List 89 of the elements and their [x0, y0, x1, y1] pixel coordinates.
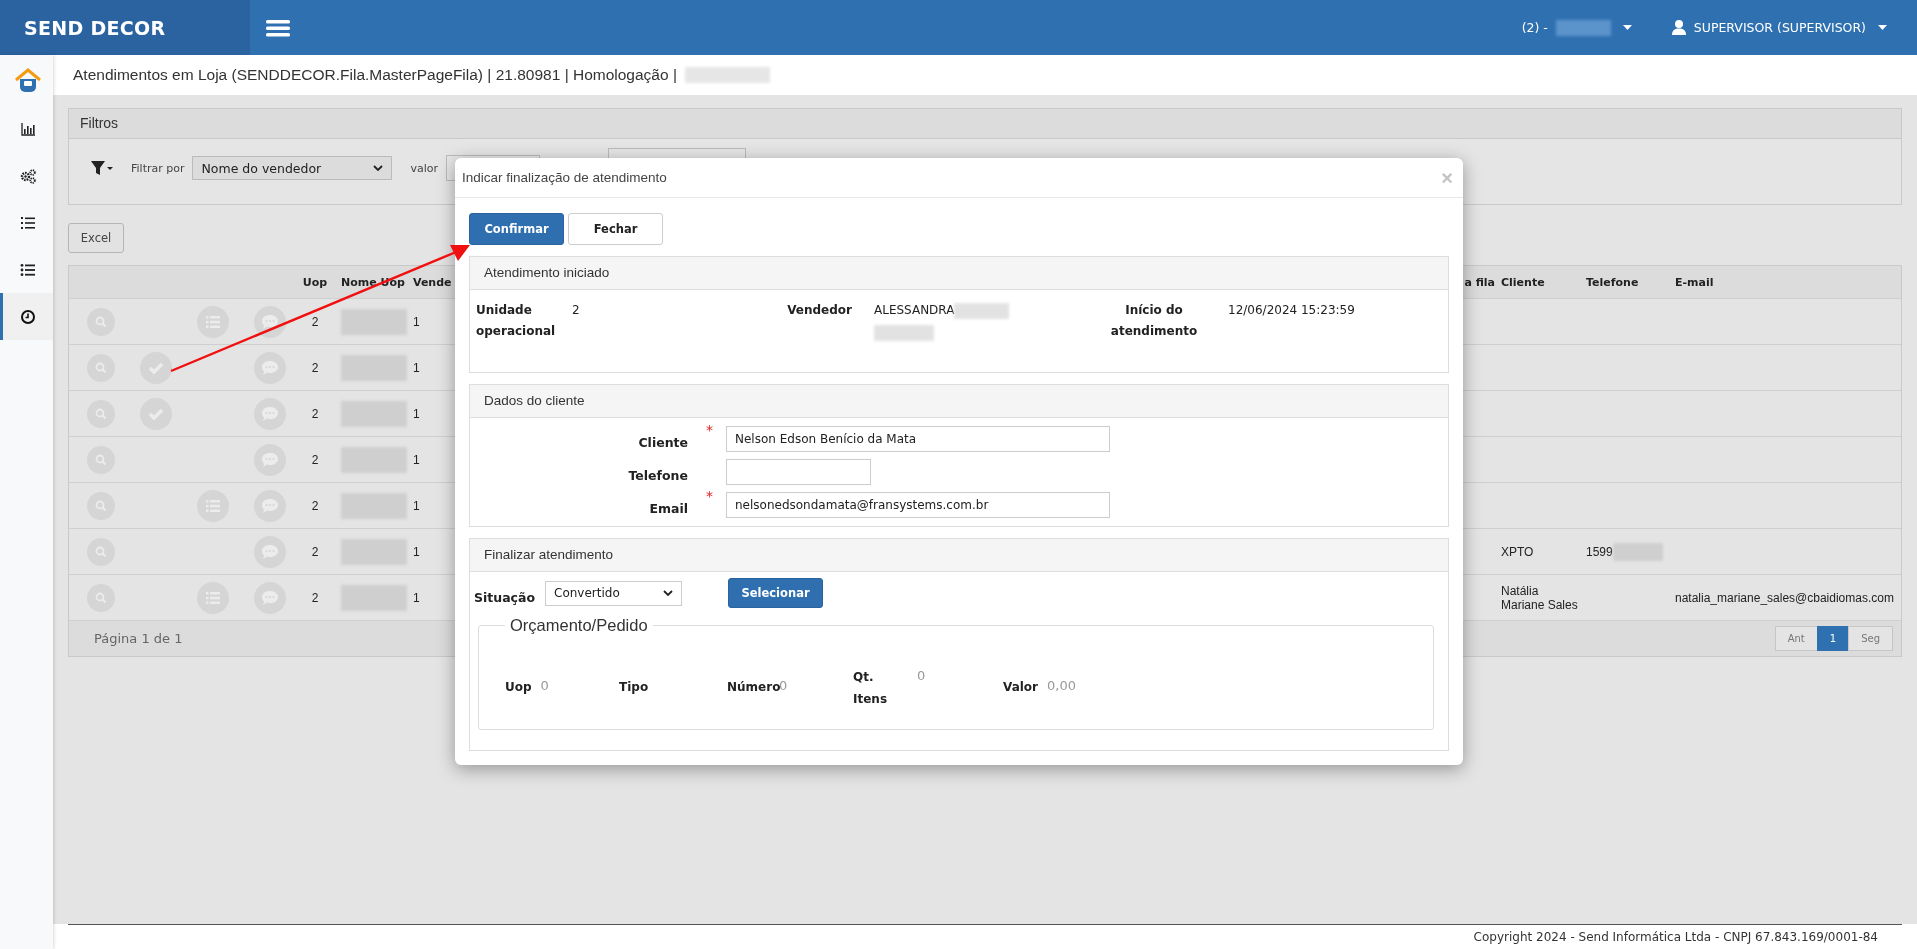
field-label: Valor [1003, 679, 1038, 696]
caret-icon [1878, 25, 1887, 30]
brand-logo-text: SEND DECOR [24, 16, 166, 39]
table-cell: 2 [311, 360, 319, 375]
user-name: SUPERVISOR (SUPERVISOR) [1693, 20, 1866, 35]
table-cell: 1599 [1586, 544, 1613, 559]
house-logo-icon [14, 66, 42, 94]
text-field[interactable] [726, 459, 871, 485]
table-cell-text: Natália Mariane Sales [1501, 583, 1579, 612]
table-cell: 2 [311, 314, 319, 329]
required-mark: * [706, 422, 713, 438]
field-label: Tipo [619, 679, 649, 696]
redacted-block [874, 325, 934, 341]
chevron-icon [663, 590, 674, 596]
table-cell: 1 [413, 498, 420, 513]
table-cell: XPTO [1501, 544, 1534, 559]
field-label: Cliente [637, 434, 688, 452]
caret-icon [1622, 25, 1632, 30]
table-cell: 2 [311, 544, 319, 559]
table-cell: natalia_mariane_sales@cbaidiomas.com [1675, 590, 1894, 605]
filter-label: Filtrar por [131, 161, 185, 175]
filter-select[interactable]: Nome do vendedor [192, 156, 393, 180]
chat-button[interactable] [254, 305, 286, 338]
column-header[interactable]: Vende [413, 275, 452, 289]
excel-button[interactable]: Excel [68, 223, 124, 253]
table-cell: 1 [413, 314, 420, 329]
field-value: ALESSANDRA [874, 303, 955, 317]
table-cell: 1 [413, 590, 420, 605]
column-header[interactable]: Cliente [1501, 275, 1545, 289]
field-value: 0 [540, 677, 549, 695]
field-value: 0 [779, 677, 788, 695]
dialog-title: Indicar finalização de atendimento [462, 170, 667, 185]
close-dialog-button[interactable]: Fechar [568, 213, 663, 245]
user-icon [1671, 20, 1686, 35]
text-field[interactable]: nelsonedsondamata@fransystems.com.br [726, 492, 1110, 518]
field-label: Início do atendimento [1109, 302, 1199, 340]
gears-icon [20, 167, 36, 184]
field-label: Vendedor [786, 302, 853, 319]
section-title: Atendimento iniciado [470, 257, 1448, 290]
column-header[interactable]: E-mail [1675, 275, 1714, 289]
field-label: Email [648, 500, 688, 518]
funnel-icon[interactable] [91, 160, 113, 176]
group-title: Orçamento/Pedido [509, 616, 649, 635]
table-cell: 2 [311, 452, 319, 467]
value-label: valor [410, 161, 439, 175]
table-cell: 1 [413, 360, 420, 375]
column-header[interactable]: Telefone [1586, 275, 1639, 289]
panel-title: Filtros [69, 109, 1901, 139]
field-value: 0 [917, 667, 926, 685]
menu-icon[interactable] [266, 18, 290, 37]
section-title: Dados do cliente [470, 385, 1448, 418]
select-button[interactable]: Selecionar [728, 578, 824, 608]
required-mark: * [706, 488, 713, 504]
field-value: 2 [572, 303, 580, 317]
user-menu[interactable]: SUPERVISOR (SUPERVISOR) [1671, 20, 1887, 35]
redacted-block [954, 302, 1010, 319]
table-cell: 1 [413, 544, 420, 559]
confirm-button[interactable]: Confirmar [469, 213, 564, 245]
field-label: Uop [505, 679, 532, 696]
table-cell: 2 [311, 406, 319, 421]
table-cell: 1 [413, 406, 420, 421]
field-label: Situação [474, 589, 536, 605]
sidebar-item[interactable] [0, 293, 53, 340]
table-cell: 2 [311, 498, 319, 513]
bar-chart-icon [20, 120, 36, 137]
copyright-text: Copyright 2024 - Send Informática Ltda - CNPJ 67.843.169/0001-84 [1473, 930, 1878, 944]
unit-label: (2) - [1521, 20, 1548, 35]
field-label: Telefone [627, 467, 688, 485]
table-cell: 2 [311, 590, 319, 605]
field-value: 0,00 [1047, 677, 1076, 695]
list-icon [20, 261, 36, 278]
numbered-list-icon [20, 214, 36, 231]
page-button[interactable]: Ant [1774, 626, 1818, 651]
table-cell: 1 [413, 452, 420, 467]
field-label: Unidade operacional [476, 302, 557, 340]
column-header[interactable]: a fila [1464, 275, 1495, 289]
column-header[interactable]: Uop [302, 275, 328, 289]
page-summary: Página 1 de 1 [94, 631, 183, 646]
field-value: 12/06/2024 15:23:59 [1228, 303, 1355, 317]
unit-dropdown[interactable]: (2) - [1521, 19, 1632, 36]
chevron-icon [373, 165, 384, 171]
page-title: Atendimentos em Loja (SENDDECOR.Fila.MasterPageFila) | 21.80981 | Homologação | [73, 66, 677, 84]
status-select[interactable]: Convertido [545, 580, 683, 606]
clock-icon [20, 308, 36, 325]
page-button[interactable]: Seg [1848, 626, 1893, 651]
check-button[interactable] [140, 351, 172, 384]
field-label: Qt. Itens [853, 669, 889, 708]
text-field[interactable]: Nelson Edson Benício da Mata [726, 426, 1110, 452]
section-title: Finalizar atendimento [470, 539, 1448, 572]
